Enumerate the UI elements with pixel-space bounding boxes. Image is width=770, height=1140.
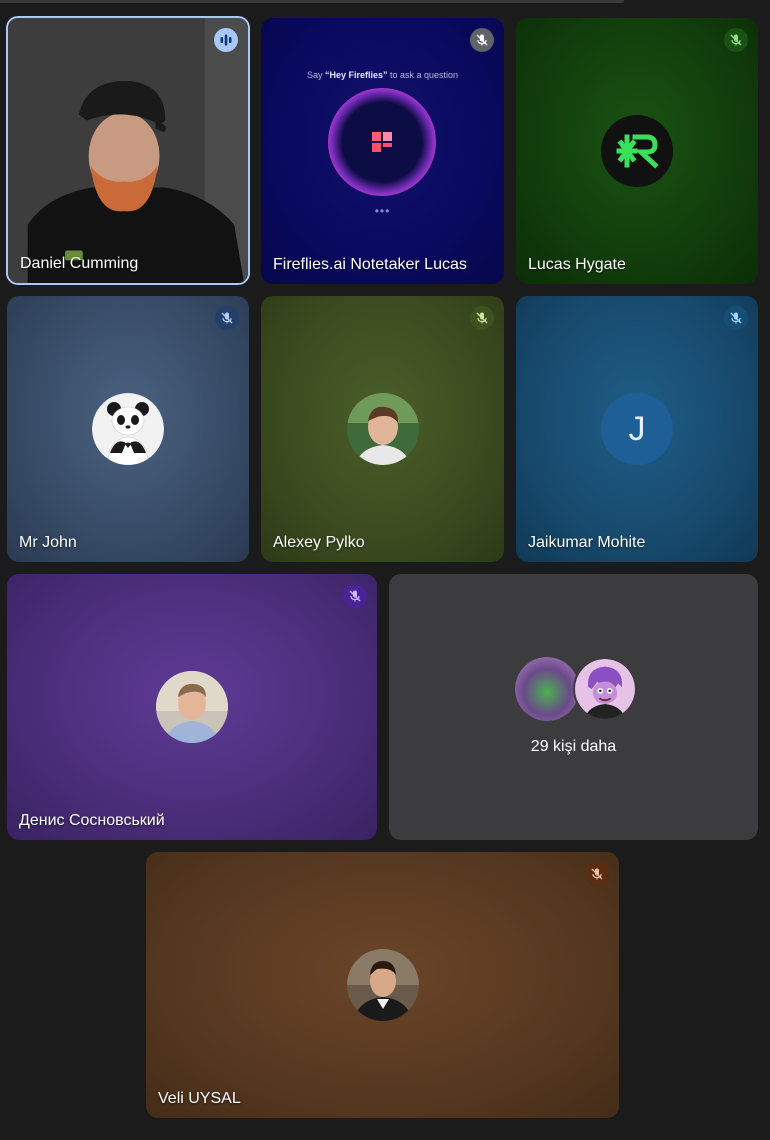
participant-tile-jaikumar[interactable]: J Jaikumar Mohite xyxy=(516,296,758,562)
avatar xyxy=(156,671,228,743)
mic-muted-indicator xyxy=(724,306,748,330)
avatar xyxy=(346,949,419,1021)
participant-tile-denis[interactable]: Денис Сосновський xyxy=(7,574,377,840)
participant-video xyxy=(8,18,248,283)
participant-name: Денис Сосновський xyxy=(19,812,165,829)
brand-logo-icon xyxy=(601,115,673,187)
more-participants-label: 29 kişi daha xyxy=(530,738,617,755)
mic-off-icon xyxy=(476,312,488,324)
profile-photo-icon xyxy=(156,671,228,743)
participant-tile-fireflies[interactable]: Say “Hey Fireflies” to ask a question ••… xyxy=(261,18,504,284)
participant-name: Fireflies.ai Notetaker Lucas xyxy=(273,256,467,273)
mic-muted-indicator xyxy=(470,28,494,52)
mic-off-icon xyxy=(591,868,603,880)
avatar xyxy=(573,657,637,721)
mic-muted-indicator xyxy=(585,862,609,886)
participant-tile-alexey[interactable]: Alexey Pylko xyxy=(261,296,504,562)
mic-muted-indicator xyxy=(343,584,367,608)
mic-muted-indicator xyxy=(215,306,239,330)
audio-level-icon xyxy=(220,34,232,46)
participant-name: Jaikumar Mohite xyxy=(528,534,646,551)
mic-off-icon xyxy=(349,590,361,602)
participant-tile-daniel[interactable]: Daniel Cumming xyxy=(6,16,250,285)
top-bar xyxy=(0,0,624,3)
mic-off-icon xyxy=(730,312,742,324)
avatar xyxy=(346,393,419,465)
cartoon-avatar-icon xyxy=(575,659,635,719)
more-participants-tile[interactable]: 29 kişi daha xyxy=(389,574,758,840)
participant-name: Mr John xyxy=(19,534,77,551)
profile-photo-icon xyxy=(346,393,419,465)
participant-name: Veli UYSAL xyxy=(158,1090,241,1107)
more-participants-avatars xyxy=(515,657,637,721)
panda-avatar-icon xyxy=(92,393,164,465)
avatar-initial: J xyxy=(601,393,673,465)
participant-tile-john[interactable]: Mr John xyxy=(7,296,249,562)
mic-off-icon xyxy=(476,34,488,46)
speaking-indicator xyxy=(214,28,238,52)
loading-dots: ••• xyxy=(374,204,391,218)
profile-photo-icon xyxy=(346,949,419,1021)
avatar xyxy=(92,393,164,465)
participant-tile-veli[interactable]: Veli UYSAL xyxy=(146,852,619,1118)
fireflies-logo-icon xyxy=(372,132,392,152)
mic-off-icon xyxy=(221,312,233,324)
mic-off-icon xyxy=(730,34,742,46)
avatar xyxy=(601,115,673,187)
participant-name: Lucas Hygate xyxy=(528,256,626,273)
participant-name: Daniel Cumming xyxy=(20,255,139,272)
avatar xyxy=(515,657,579,721)
profile-photo-icon xyxy=(515,657,579,721)
mic-muted-indicator xyxy=(724,28,748,52)
participant-tile-lucas[interactable]: Lucas Hygate xyxy=(516,18,758,284)
mic-muted-indicator xyxy=(470,306,494,330)
fireflies-prompt: Say “Hey Fireflies” to ask a question xyxy=(306,70,459,80)
participant-name: Alexey Pylko xyxy=(273,534,365,551)
